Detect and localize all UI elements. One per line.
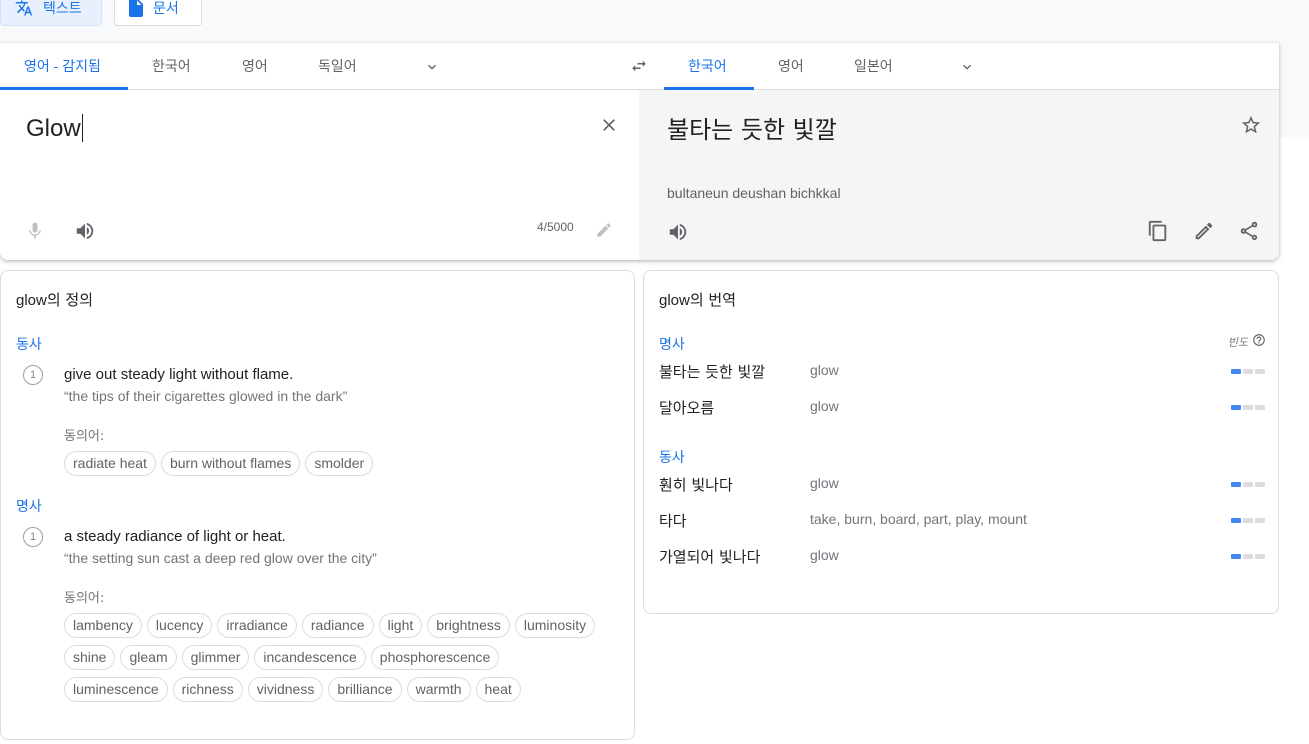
synonym-chip[interactable]: shine: [64, 645, 116, 670]
frequency-bar: [1231, 518, 1265, 523]
definitions-panel: glow의 정의 동사 1 give out steady light with…: [0, 270, 635, 740]
swap-languages-icon[interactable]: [628, 57, 650, 80]
back-translation: glow: [810, 547, 839, 563]
target-lang-korean-tab[interactable]: 한국어: [664, 43, 754, 90]
synonym-chip[interactable]: warmth: [406, 677, 471, 702]
translation-row[interactable]: 불타는 듯한 빛깔 glow: [659, 361, 1265, 385]
synonyms-label: 동의어:: [64, 429, 105, 444]
synonym-chip[interactable]: brightness: [427, 613, 510, 638]
synonym-chip[interactable]: lambency: [64, 613, 142, 638]
part-of-speech-verb: 동사: [659, 450, 685, 466]
translations-title: glow의 번역: [659, 291, 737, 309]
frequency-bar: [1231, 369, 1265, 374]
synonyms-label: 동의어:: [64, 591, 105, 606]
translate-icon: [15, 0, 33, 17]
translation-word: 가열되어 빛나다: [659, 548, 761, 566]
target-pane: 불타는 듯한 빛깔 bultaneun deushan bichkkal: [639, 90, 1279, 260]
synonym-chip[interactable]: brilliance: [328, 677, 402, 702]
synonym-chip[interactable]: heat: [475, 677, 521, 702]
share-icon[interactable]: [1238, 220, 1260, 247]
source-lang-korean-tab[interactable]: 한국어: [128, 43, 215, 90]
synonym-chip[interactable]: vividness: [247, 677, 324, 702]
back-translation: take, burn, board, part, play, mount: [810, 511, 1027, 527]
frequency-bar: [1231, 482, 1265, 487]
language-bar: 영어 - 감지됨 한국어 영어 독일어 한국어 영어 일본어: [0, 43, 1279, 90]
source-lang-german-tab[interactable]: 독일어: [294, 43, 381, 90]
translation-row[interactable]: 타다 take, burn, board, part, play, mount: [659, 510, 1265, 534]
translator-card: 영어 - 감지됨 한국어 영어 독일어 한국어 영어 일본어 Glow 4/50…: [0, 43, 1279, 260]
copy-icon[interactable]: [1147, 219, 1169, 248]
synonym-chip[interactable]: gleam: [120, 645, 177, 670]
text-mode-label: 텍스트: [43, 0, 82, 16]
synonym-chip[interactable]: luminosity: [514, 613, 596, 638]
definition-gloss: a steady radiance of light or heat.: [64, 528, 286, 545]
synonym-chip[interactable]: radiate heat: [64, 451, 156, 476]
translation-row[interactable]: 훤히 빛나다 glow: [659, 474, 1265, 498]
source-pane: Glow 4/5000: [0, 90, 639, 260]
synonym-chip[interactable]: burn without flames: [160, 451, 301, 476]
synonym-chip[interactable]: glimmer: [181, 645, 250, 670]
source-lang-english-tab[interactable]: 영어: [218, 43, 292, 90]
chevron-down-icon[interactable]: [424, 59, 440, 75]
definition-example: “the tips of their cigarettes glowed in …: [64, 388, 348, 404]
translation-output: 불타는 듯한 빛깔: [667, 116, 837, 144]
romanization-text: bultaneun deushan bichkkal: [667, 185, 841, 201]
source-lang-detected-tab[interactable]: 영어 - 감지됨: [0, 43, 128, 90]
part-of-speech-verb: 동사: [16, 337, 42, 353]
frequency-bar: [1231, 554, 1265, 559]
close-icon[interactable]: [599, 115, 619, 140]
back-translation: glow: [810, 398, 839, 414]
synonym-chips: lambency lucency irradiance radiance lig…: [64, 613, 604, 702]
frequency-bar: [1231, 405, 1265, 410]
translation-row[interactable]: 달아오름 glow: [659, 397, 1265, 421]
document-icon: [129, 0, 143, 17]
target-lang-japanese-tab[interactable]: 일본어: [830, 43, 917, 90]
speaker-icon[interactable]: [667, 221, 689, 248]
character-count: 4/5000: [537, 220, 574, 234]
microphone-icon[interactable]: [25, 220, 45, 247]
definition-number: 1: [23, 365, 43, 385]
document-mode-button[interactable]: 문서: [114, 0, 202, 26]
synonym-chip[interactable]: richness: [172, 677, 243, 702]
back-translation: glow: [810, 362, 839, 378]
translation-row[interactable]: 가열되어 빛나다 glow: [659, 546, 1265, 570]
translation-word: 타다: [659, 512, 687, 530]
definition-gloss: give out steady light without flame.: [64, 366, 294, 383]
definition-number: 1: [23, 527, 43, 547]
translation-word: 달아오름: [659, 399, 715, 417]
text-mode-button[interactable]: 텍스트: [0, 0, 102, 26]
synonym-chip[interactable]: irradiance: [217, 613, 297, 638]
document-mode-label: 문서: [153, 0, 179, 16]
part-of-speech-noun: 명사: [16, 499, 42, 515]
synonym-chip[interactable]: incandescence: [254, 645, 366, 670]
definition-example: “the setting sun cast a deep red glow ov…: [64, 550, 377, 566]
translations-panel: glow의 번역 빈도 명사 불타는 듯한 빛깔 glow 달아오름 glow …: [643, 270, 1279, 614]
part-of-speech-noun: 명사: [659, 337, 685, 353]
star-icon[interactable]: [1240, 114, 1262, 141]
synonym-chip[interactable]: smolder: [305, 451, 374, 476]
source-input[interactable]: Glow: [26, 114, 83, 143]
frequency-label: 빈도: [1227, 335, 1248, 349]
synonym-chip[interactable]: radiance: [301, 613, 374, 638]
translation-word: 훤히 빛나다: [659, 476, 733, 494]
target-lang-english-tab[interactable]: 영어: [754, 43, 828, 90]
synonym-chip[interactable]: phosphorescence: [370, 645, 500, 670]
synonym-chip[interactable]: light: [378, 613, 423, 638]
synonym-chip[interactable]: lucency: [146, 613, 213, 638]
pencil-icon[interactable]: [1193, 220, 1215, 247]
translation-word: 불타는 듯한 빛깔: [659, 363, 766, 381]
definitions-title: glow의 정의: [16, 291, 94, 309]
synonym-chips: radiate heat burn without flames smolder: [64, 451, 624, 476]
chevron-down-icon[interactable]: [959, 59, 975, 75]
speaker-icon[interactable]: [74, 220, 96, 247]
frequency-header: 빈도: [1228, 333, 1266, 350]
synonym-chip[interactable]: luminescence: [64, 677, 168, 702]
pencil-icon: [595, 221, 613, 244]
help-icon[interactable]: [1252, 333, 1266, 350]
back-translation: glow: [810, 475, 839, 491]
